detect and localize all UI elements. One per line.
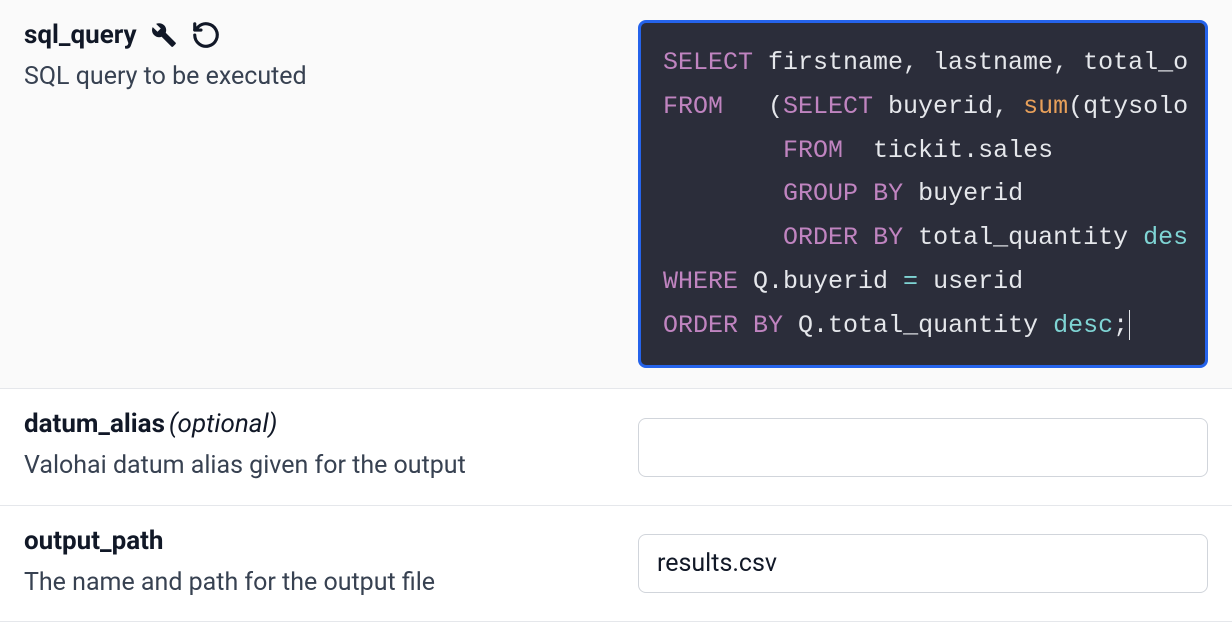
undo-icon[interactable] — [191, 20, 221, 50]
field-name-sql-query: sql_query — [24, 20, 137, 50]
sql-text: userid — [918, 267, 1023, 296]
sql-text: buyerid, — [873, 92, 1023, 121]
label-column: output_path The name and path for the ou… — [24, 526, 614, 602]
input-column — [638, 409, 1208, 485]
sql-function: sum — [1023, 92, 1068, 121]
field-description-datum-alias: Valohai datum alias given for the output — [24, 447, 614, 485]
sql-code-editor[interactable]: SELECT firstname, lastname, total_o FROM… — [638, 20, 1208, 368]
sql-sp — [858, 179, 873, 208]
sql-keyword: FROM — [783, 136, 843, 165]
sql-keyword: ORDER — [783, 223, 858, 252]
sql-keyword: FROM — [663, 92, 723, 121]
field-label-group: datum_alias (optional) — [24, 409, 614, 439]
sql-text: Q.buyerid — [738, 267, 903, 296]
field-description-output-path: The name and path for the output file — [24, 564, 614, 602]
field-label-group: output_path — [24, 526, 614, 556]
sql-keyword: desc — [1053, 311, 1113, 340]
sql-keyword: BY — [873, 223, 903, 252]
sql-keyword: GROUP — [783, 179, 858, 208]
sql-text: buyerid — [903, 179, 1023, 208]
sql-keyword: BY — [873, 179, 903, 208]
sql-text: tickit.sales — [843, 136, 1053, 165]
sql-pad — [663, 223, 783, 252]
sql-text: (qtysolo — [1068, 92, 1188, 121]
field-description-sql-query: SQL query to be executed — [24, 58, 614, 96]
field-name-output-path: output_path — [24, 526, 163, 556]
sql-keyword: WHERE — [663, 267, 738, 296]
input-column — [638, 526, 1208, 602]
datum-alias-input[interactable] — [638, 418, 1208, 477]
field-row-datum-alias: datum_alias (optional) Valohai datum ali… — [0, 389, 1232, 506]
sql-pad — [663, 179, 783, 208]
sql-text: ; — [1113, 311, 1128, 340]
input-column: SELECT firstname, lastname, total_o FROM… — [638, 20, 1208, 368]
sql-keyword: ORDER — [663, 311, 738, 340]
wrench-icon[interactable] — [151, 22, 177, 48]
sql-text: total_quantity — [903, 223, 1143, 252]
field-row-sql-query: sql_query SQL query to be executed SELEC… — [0, 0, 1232, 389]
sql-keyword: BY — [753, 311, 783, 340]
field-label-group: sql_query — [24, 20, 614, 50]
field-name-datum-alias: datum_alias — [24, 409, 165, 439]
sql-keyword: des — [1143, 223, 1188, 252]
label-column: datum_alias (optional) Valohai datum ali… — [24, 409, 614, 485]
sql-sp — [738, 311, 753, 340]
sql-text: Q.total_quantity — [783, 311, 1053, 340]
field-row-output-path: output_path The name and path for the ou… — [0, 506, 1232, 622]
sql-text: firstname, lastname, total_o — [753, 48, 1188, 77]
field-optional-label: (optional) — [169, 409, 278, 439]
text-cursor — [1129, 310, 1130, 340]
sql-operator: = — [903, 267, 918, 296]
sql-text: ( — [723, 92, 783, 121]
sql-keyword: SELECT — [663, 48, 753, 77]
label-column: sql_query SQL query to be executed — [24, 20, 614, 368]
field-name-wrapper: datum_alias (optional) — [24, 409, 277, 439]
output-path-input[interactable] — [638, 534, 1208, 593]
sql-sp — [858, 223, 873, 252]
sql-keyword: SELECT — [783, 92, 873, 121]
form-container: sql_query SQL query to be executed SELEC… — [0, 0, 1232, 622]
sql-pad — [663, 136, 783, 165]
